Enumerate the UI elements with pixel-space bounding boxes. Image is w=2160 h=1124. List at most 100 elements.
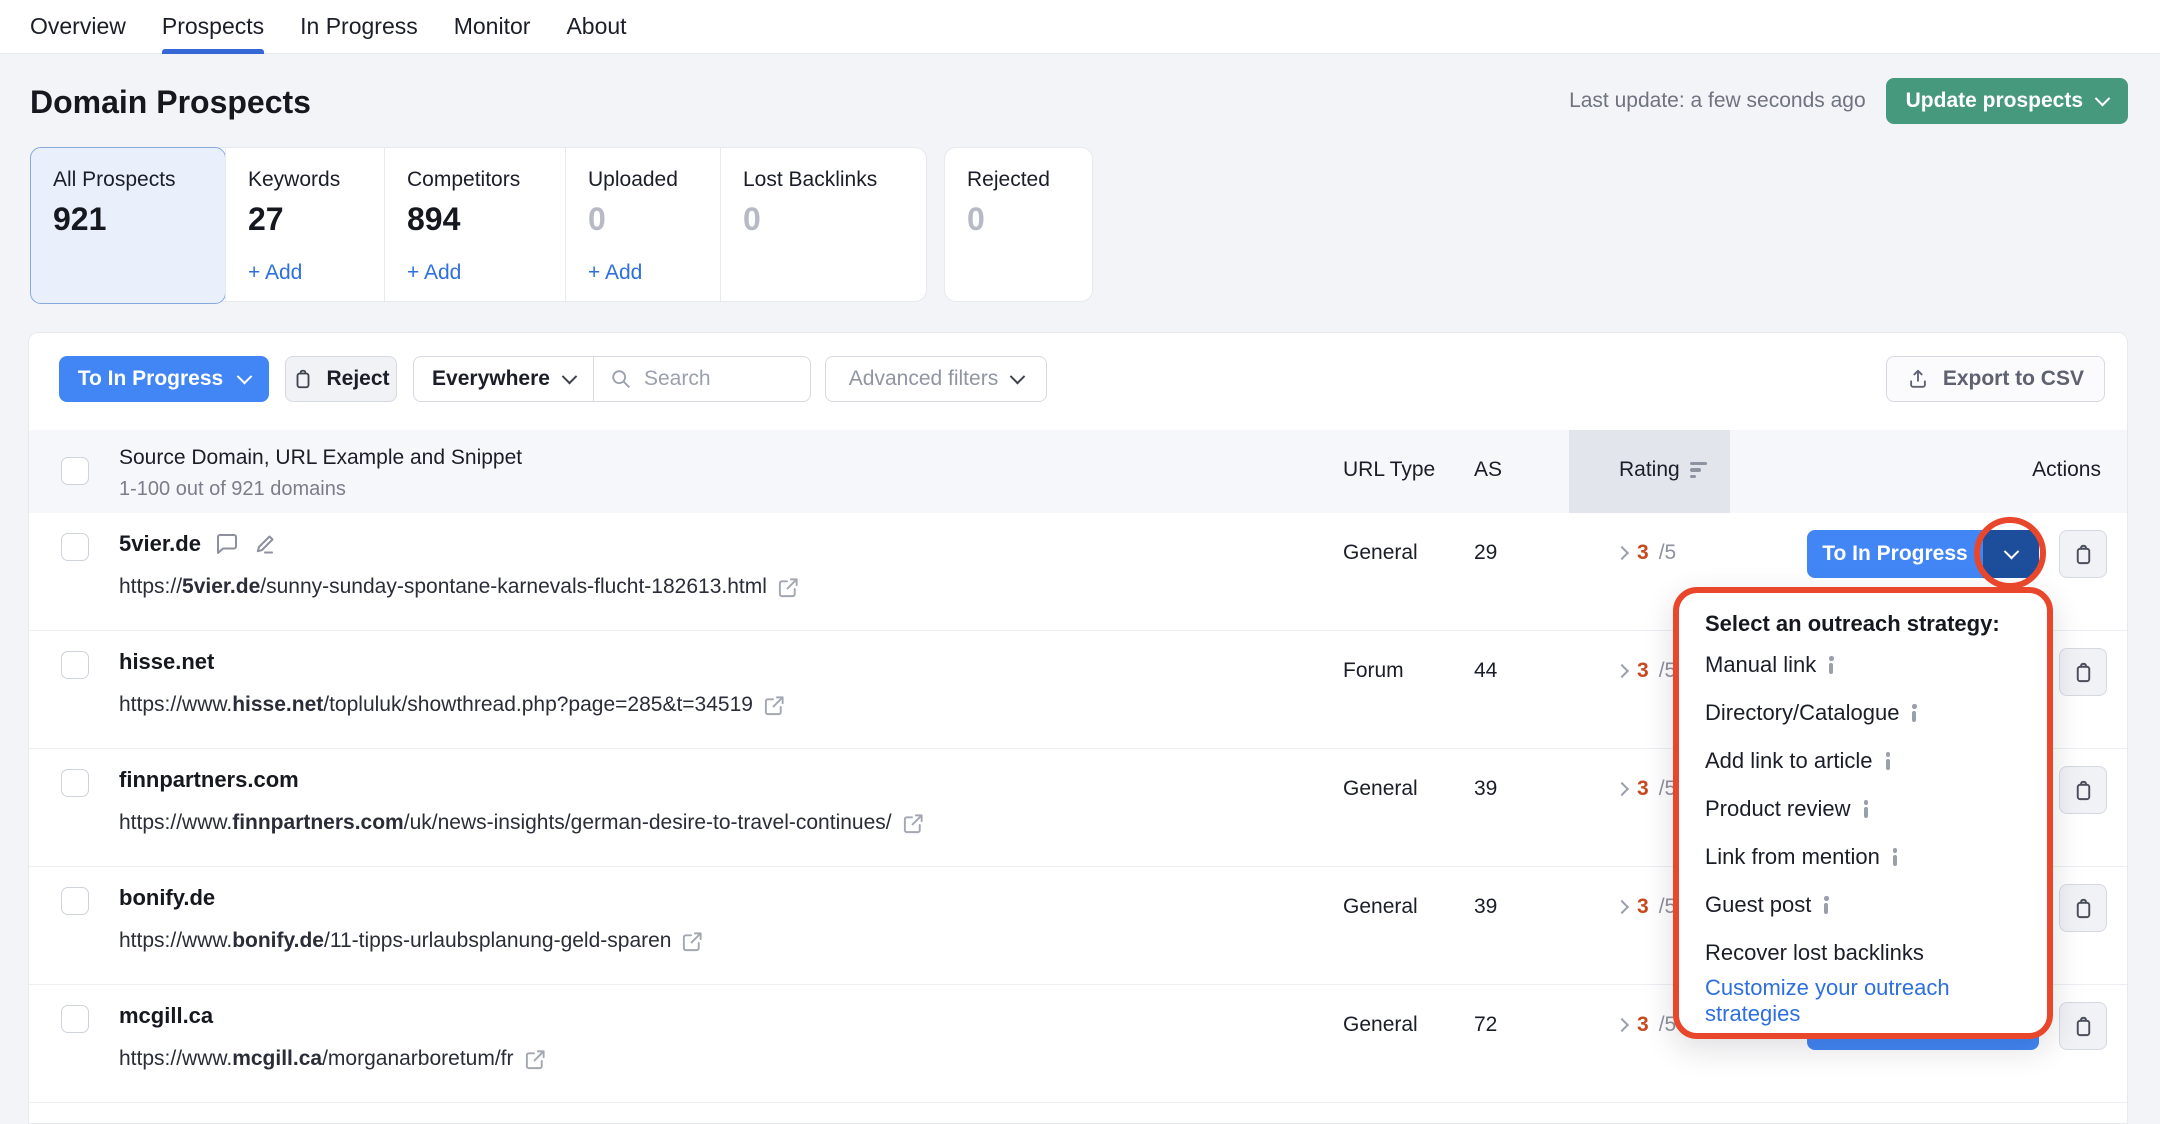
menu-item-label: Add link to article: [1705, 748, 1873, 774]
card-keywords[interactable]: Keywords 27 + Add: [225, 148, 384, 303]
external-link-icon[interactable]: [777, 576, 800, 599]
external-link-icon[interactable]: [763, 694, 786, 717]
search-scope-label: Everywhere: [432, 367, 550, 391]
rating-header-label: Rating: [1619, 458, 1680, 482]
info-icon: [1911, 704, 1917, 722]
url-type-value: General: [1343, 777, 1418, 801]
rating-cell[interactable]: 3/5: [1617, 777, 1676, 801]
menu-item-product-review[interactable]: Product review: [1705, 785, 2021, 833]
nav-tab-in-progress[interactable]: In Progress: [300, 0, 418, 54]
update-area: Last update: a few seconds ago Update pr…: [1569, 78, 2128, 124]
edit-icon[interactable]: [253, 532, 277, 556]
menu-item-label: Product review: [1705, 796, 1851, 822]
move-to-in-progress-button[interactable]: To In Progress: [59, 356, 269, 402]
rating-value: 3: [1637, 659, 1649, 683]
chevron-down-icon: [562, 368, 578, 384]
info-icon: [1823, 896, 1829, 914]
chevron-right-icon: [1615, 900, 1629, 914]
table-header: Source Domain, URL Example and Snippet 1…: [29, 430, 2128, 513]
menu-item-add-link-to-article[interactable]: Add link to article: [1705, 737, 2021, 785]
rating-cell[interactable]: 3/5: [1617, 1013, 1676, 1037]
row-checkbox[interactable]: [61, 651, 89, 679]
comment-icon[interactable]: [215, 532, 239, 556]
menu-item-link-from-mention[interactable]: Link from mention: [1705, 833, 2021, 881]
card-value: 0: [967, 201, 985, 238]
delete-row-button[interactable]: [2059, 648, 2107, 696]
nav-tab-overview[interactable]: Overview: [30, 0, 126, 54]
card-rejected[interactable]: Rejected 0: [944, 147, 1093, 302]
row-checkbox[interactable]: [61, 1005, 89, 1033]
menu-item-recover-lost-backlinks[interactable]: Recover lost backlinks: [1705, 929, 2021, 977]
delete-row-button[interactable]: [2059, 884, 2107, 932]
chevron-right-icon: [1615, 664, 1629, 678]
row-checkbox[interactable]: [61, 769, 89, 797]
info-icon: [1863, 800, 1869, 818]
card-uploaded[interactable]: Uploaded 0 + Add: [565, 148, 720, 303]
search-control: Everywhere Search: [413, 356, 811, 402]
export-to-csv-button[interactable]: Export to CSV: [1886, 356, 2105, 402]
rating-value: 3: [1637, 777, 1649, 801]
domain-name: hisse.net: [119, 649, 214, 675]
prospect-url: https://www.finnpartners.com/uk/news-ins…: [119, 811, 925, 835]
domain-name: 5vier.de: [119, 531, 201, 557]
rating-cell[interactable]: 3/5: [1617, 659, 1676, 683]
search-input[interactable]: Search: [594, 357, 810, 401]
update-prospects-button[interactable]: Update prospects: [1886, 78, 2128, 124]
reject-button[interactable]: Reject: [285, 356, 397, 402]
url-type-value: Forum: [1343, 659, 1404, 683]
nav-tab-prospects[interactable]: Prospects: [162, 0, 264, 54]
pagination-info: 1-100 out of 921 domains: [119, 478, 522, 501]
rating-cell[interactable]: 3/5: [1617, 895, 1676, 919]
link-building-prospects-page: Overview Prospects In Progress Monitor A…: [0, 0, 2160, 1124]
card-lost-backlinks[interactable]: Lost Backlinks 0: [720, 148, 926, 303]
prospect-url: https://www.hisse.net/topluluk/showthrea…: [119, 693, 786, 717]
domain-line: 5vier.de: [119, 531, 277, 557]
add-uploaded-button[interactable]: + Add: [588, 261, 642, 285]
row-status-dropdown-toggle[interactable]: [1983, 530, 2039, 578]
card-all-prospects[interactable]: All Prospects 921: [30, 147, 226, 304]
add-competitors-button[interactable]: + Add: [407, 261, 461, 285]
delete-row-button[interactable]: [2059, 530, 2107, 578]
external-link-icon[interactable]: [524, 1048, 547, 1071]
nav-tab-about[interactable]: About: [566, 0, 626, 54]
select-all-checkbox[interactable]: [61, 457, 89, 485]
url-type-value: General: [1343, 541, 1418, 565]
move-to-in-progress-label: To In Progress: [78, 367, 223, 391]
prospect-source-cards: All Prospects 921 Keywords 27 + Add Comp…: [30, 147, 1093, 302]
prospect-url: https://5vier.de/sunny-sunday-spontane-k…: [119, 575, 800, 599]
source-column-header: Source Domain, URL Example and Snippet 1…: [119, 446, 522, 501]
customize-strategies-link[interactable]: Customize your outreach strategies: [1705, 977, 2021, 1025]
external-link-icon[interactable]: [681, 930, 704, 953]
column-url-type[interactable]: URL Type: [1343, 458, 1435, 482]
menu-item-label: Directory/Catalogue: [1705, 700, 1899, 726]
menu-item-label: Manual link: [1705, 652, 1816, 678]
delete-row-button[interactable]: [2059, 766, 2107, 814]
outreach-strategy-menu-body: Select an outreach strategy: Manual link…: [1679, 593, 2047, 1033]
menu-item-label: Guest post: [1705, 892, 1811, 918]
advanced-filters-button[interactable]: Advanced filters: [825, 356, 1047, 402]
search-scope-dropdown[interactable]: Everywhere: [414, 357, 594, 401]
chevron-down-icon: [237, 368, 253, 384]
add-keywords-button[interactable]: + Add: [248, 261, 302, 285]
as-value: 44: [1474, 659, 1497, 683]
nav-tab-monitor[interactable]: Monitor: [454, 0, 531, 54]
card-competitors[interactable]: Competitors 894 + Add: [384, 148, 565, 303]
card-value: 0: [743, 201, 761, 238]
export-icon: [1907, 368, 1929, 390]
rating-cell[interactable]: 3/5: [1617, 541, 1676, 565]
prospect-url: https://www.bonify.de/11-tipps-urlaubspl…: [119, 929, 704, 953]
external-link-icon[interactable]: [902, 812, 925, 835]
menu-item-manual-link[interactable]: Manual link: [1705, 641, 2021, 689]
menu-title: Select an outreach strategy:: [1705, 607, 2021, 641]
row-status-button[interactable]: To In Progress: [1807, 530, 2039, 578]
row-checkbox[interactable]: [61, 533, 89, 561]
column-rating[interactable]: Rating: [1619, 458, 1707, 482]
url-text: https://www.mcgill.ca/morganarboretum/fr: [119, 1047, 514, 1071]
card-label: Keywords: [248, 168, 340, 192]
last-update-text: Last update: a few seconds ago: [1569, 89, 1866, 113]
menu-item-guest-post[interactable]: Guest post: [1705, 881, 2021, 929]
column-as[interactable]: AS: [1474, 458, 1502, 482]
menu-item-directory-catalogue[interactable]: Directory/Catalogue: [1705, 689, 2021, 737]
row-checkbox[interactable]: [61, 887, 89, 915]
delete-row-button[interactable]: [2059, 1002, 2107, 1050]
